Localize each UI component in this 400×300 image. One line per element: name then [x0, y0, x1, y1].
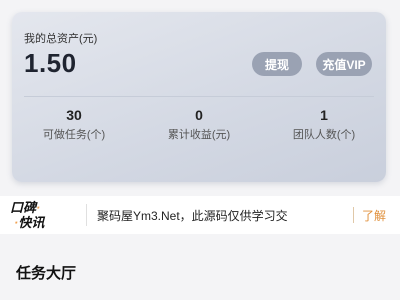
stat-label: 累计收益(元) [167, 129, 231, 141]
notice-link-divider [352, 207, 354, 223]
notice-logo: 口碑· ·快讯 [10, 196, 72, 234]
stat-label: 团队人数(个) [292, 129, 356, 141]
notice-divider [86, 204, 87, 226]
stat-value: 30 [66, 107, 82, 123]
total-assets-label: 我的总资产(元) [24, 33, 98, 45]
notice-text: 聚码屋Ym3.Net，此源码仅供学习交 [97, 208, 288, 223]
total-assets-value: 1.50 [24, 48, 77, 78]
task-hall-title: 任务大厅 [16, 265, 77, 282]
asset-card: 我的总资产(元) 1.50 提现 充值VIP 30 可做任务(个) 0 累计收益… [12, 12, 386, 182]
recharge-vip-button[interactable]: 充值VIP [316, 52, 372, 76]
withdraw-button[interactable]: 提现 [252, 52, 302, 76]
notice-logo-line1: 口碑· [10, 200, 41, 215]
card-divider [24, 96, 374, 97]
notice-learn-more-link[interactable]: 了解 [362, 207, 386, 224]
stat-team-size[interactable]: 1 团队人数(个) [262, 106, 386, 142]
stat-available-tasks[interactable]: 30 可做任务(个) [12, 106, 136, 142]
notice-logo-line2: ·快讯 [14, 215, 45, 230]
stat-value: 0 [195, 107, 203, 123]
stat-value: 1 [320, 107, 328, 123]
notice-bar[interactable]: 口碑· ·快讯 聚码屋Ym3.Net，此源码仅供学习交 了解 [0, 196, 400, 234]
stat-total-earnings[interactable]: 0 累计收益(元) [137, 106, 261, 142]
stat-label: 可做任务(个) [42, 129, 106, 141]
